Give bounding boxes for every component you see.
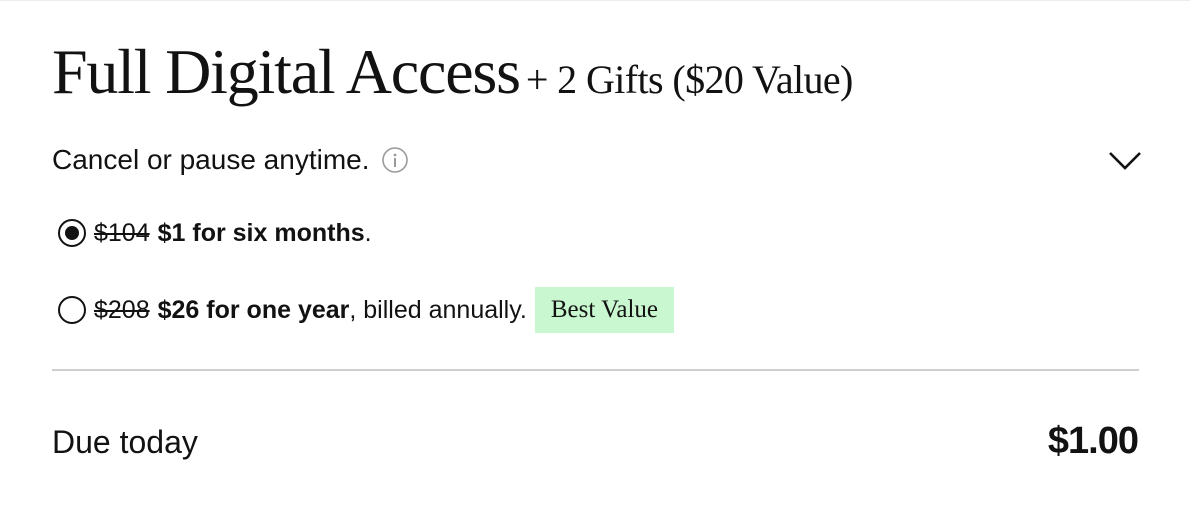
due-today-amount: $1.00: [1047, 420, 1139, 462]
top-divider: [0, 0, 1190, 1]
plan-option-one-year[interactable]: $208 $26 for one year , billed annually.…: [58, 287, 674, 333]
product-heading: Full Digital Access + 2 Gifts ($20 Value): [52, 36, 853, 116]
offer-text: $1 for six months: [157, 218, 365, 247]
offer-suffix: , billed annually.: [349, 295, 527, 324]
plan-option-six-months[interactable]: $104 $1 for six months .: [58, 214, 372, 252]
cancel-pause-toggle[interactable]: Cancel or pause anytime.: [52, 142, 1142, 178]
info-icon[interactable]: [381, 147, 408, 173]
radio-six-months[interactable]: [58, 219, 86, 247]
best-value-badge: Best Value: [534, 287, 674, 333]
original-price: $104: [94, 218, 150, 247]
radio-one-year[interactable]: [58, 296, 86, 324]
original-price: $208: [94, 295, 150, 324]
plan-selector: Full Digital Access + 2 Gifts ($20 Value)…: [0, 0, 1190, 506]
offer-text: $26 for one year: [157, 295, 350, 324]
chevron-down-icon[interactable]: [1108, 144, 1142, 176]
product-title: Full Digital Access: [52, 36, 521, 107]
cancel-pause-text: Cancel or pause anytime.: [52, 144, 370, 175]
due-today-label: Due today: [52, 424, 198, 460]
product-subtitle: + 2 Gifts ($20 Value): [525, 57, 854, 102]
summary-divider: [52, 369, 1139, 371]
offer-suffix: .: [364, 218, 372, 247]
